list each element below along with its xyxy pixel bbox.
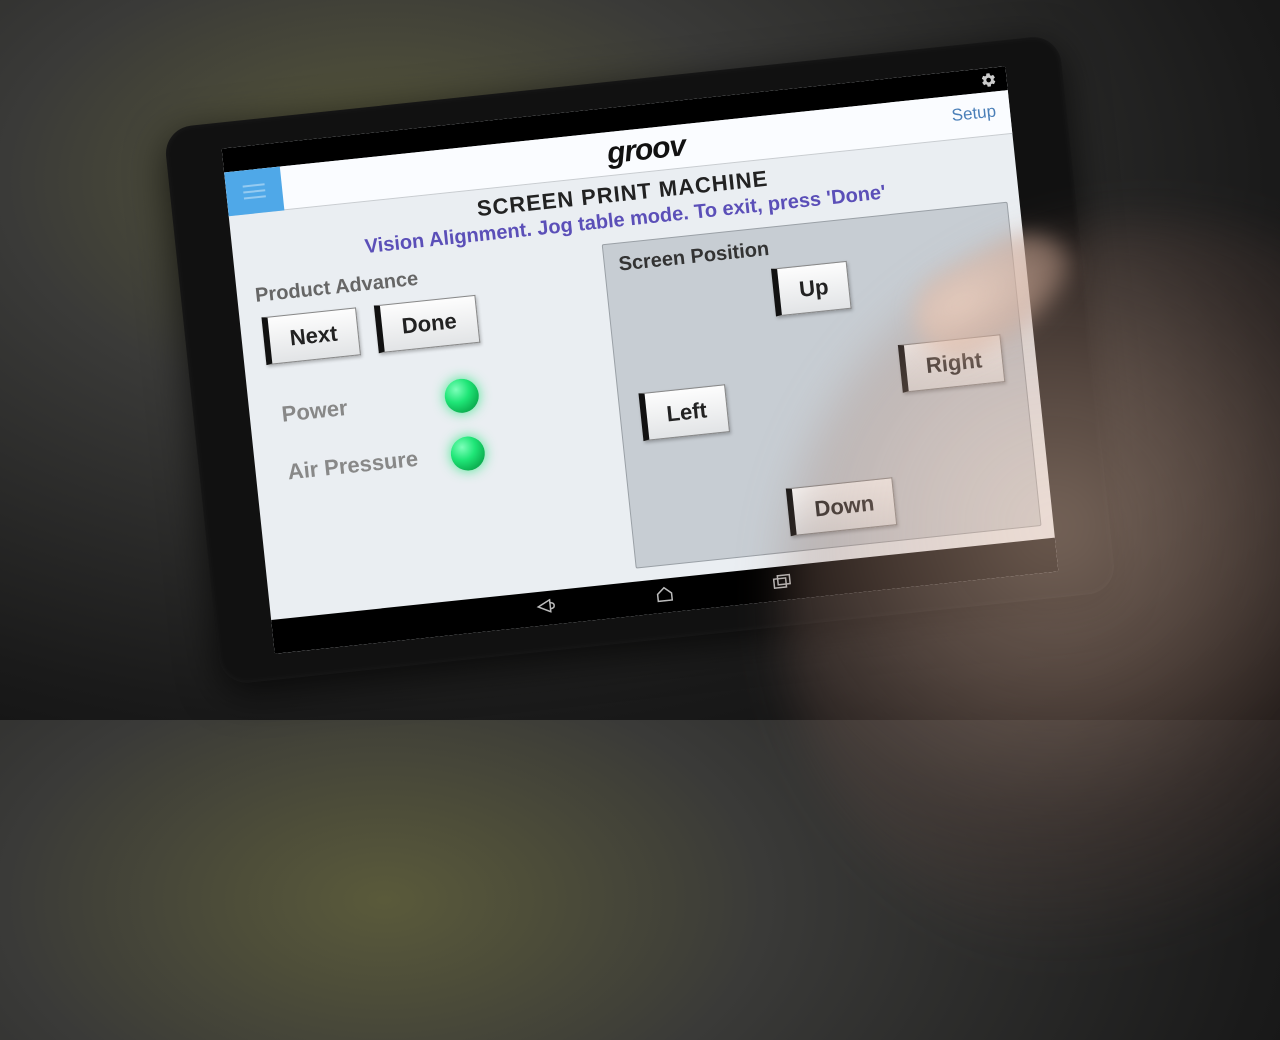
screen: groov Setup SCREEN PRINT MACHINE Vision …	[222, 66, 1059, 654]
dpad: Up Left Right Down	[621, 245, 1025, 551]
down-button[interactable]: Down	[786, 477, 897, 536]
left-column: Product Advance Next Done Power Air Pres…	[248, 246, 624, 606]
next-button[interactable]: Next	[261, 307, 360, 365]
hamburger-icon	[243, 189, 265, 193]
done-button[interactable]: Done	[374, 295, 480, 353]
left-button[interactable]: Left	[638, 384, 730, 441]
power-led-icon	[443, 377, 480, 414]
air-pressure-label: Air Pressure	[286, 445, 428, 485]
tablet-frame: groov Setup SCREEN PRINT MACHINE Vision …	[163, 34, 1117, 685]
back-icon[interactable]	[535, 598, 557, 619]
screen-position-panel: Screen Position Up Left Right Down	[602, 202, 1042, 569]
gear-icon[interactable]	[980, 71, 998, 89]
home-icon[interactable]	[655, 584, 675, 607]
menu-button[interactable]	[224, 166, 284, 216]
recent-icon[interactable]	[772, 573, 794, 594]
right-button[interactable]: Right	[898, 334, 1006, 393]
power-label: Power	[280, 387, 422, 427]
air-led-icon	[449, 435, 486, 472]
up-button[interactable]: Up	[771, 261, 852, 317]
